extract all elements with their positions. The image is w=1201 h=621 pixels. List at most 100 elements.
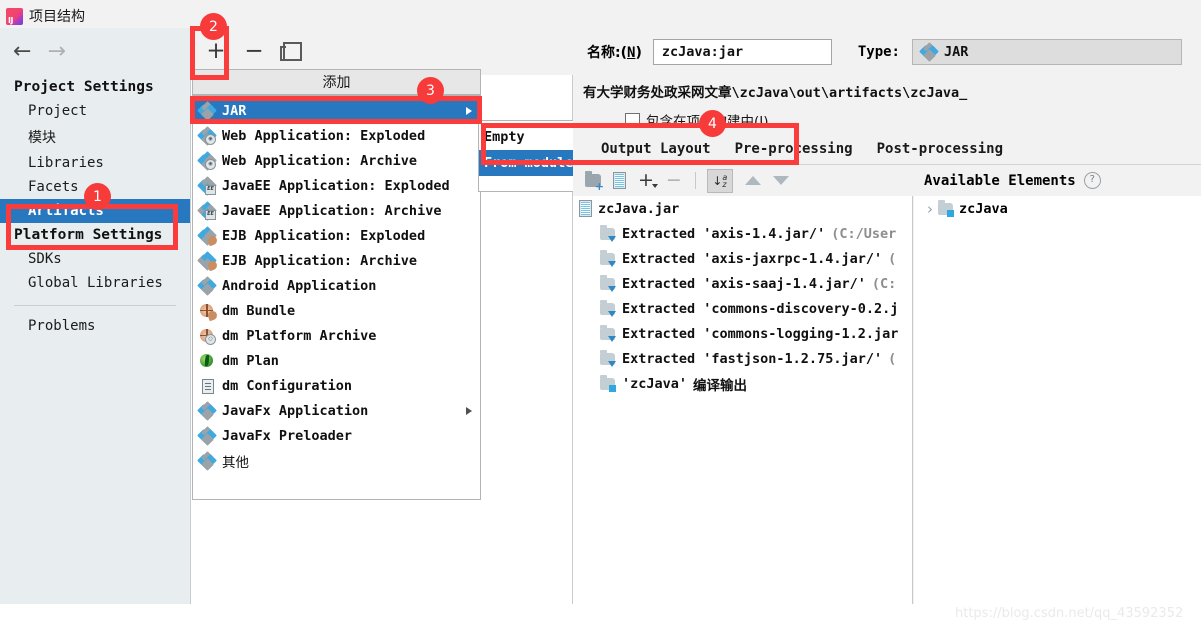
tree-row[interactable]: 'zcJava' 编译输出: [573, 371, 912, 396]
include-in-build-row: 包含在项目构建中(I): [573, 108, 1201, 132]
dm-platform-archive-icon: ○: [199, 328, 216, 345]
jar-diamond-icon: [197, 100, 217, 121]
tab-output-layout[interactable]: Output Layout: [589, 141, 723, 164]
tree-row[interactable]: Extracted 'commons-logging-1.2.jar: [573, 321, 912, 346]
include-in-build-checkbox[interactable]: [625, 112, 640, 128]
tree-row-label: Extracted 'commons-logging-1.2.jar: [622, 325, 899, 342]
available-elements-title: Available Elements: [924, 172, 1076, 189]
add-archive-button[interactable]: [613, 172, 626, 189]
artifact-name-row: 名称:(N) zcJava:jar Type: JAR: [573, 28, 1201, 75]
artifacts-toolbar: + −: [191, 28, 573, 75]
menu-item-ejb-application-archive[interactable]: EJB Application: Archive: [193, 248, 480, 273]
jar-archive-icon: [613, 172, 626, 189]
folder-add-icon: [585, 171, 604, 191]
artifact-type-field: JAR: [912, 38, 1182, 65]
remove-element-button[interactable]: −: [666, 171, 682, 190]
add-artifact-button[interactable]: +: [203, 39, 229, 65]
tree-row-label: Extracted 'axis-jaxrpc-1.4.jar/': [622, 250, 883, 267]
sidebar-item-problems[interactable]: Problems: [0, 314, 190, 338]
name-field-label: 名称:(N): [587, 44, 642, 61]
sidebar-header-project-settings: Project Settings: [14, 79, 154, 95]
available-row[interactable]: › zcJava: [914, 196, 1201, 221]
arrow-right-icon[interactable]: →: [47, 40, 65, 63]
menu-item-jar[interactable]: JAR: [193, 98, 480, 123]
move-up-button[interactable]: [744, 176, 761, 185]
menu-item-label: 其他: [222, 454, 249, 471]
extracted-directory-icon: [600, 224, 616, 242]
other-icon: [197, 450, 217, 471]
menu-item-dm-bundle[interactable]: dm Bundle: [193, 298, 480, 323]
include-in-build-label: 包含在项目构建中(I): [646, 114, 769, 130]
menu-item-android-application[interactable]: Android Application: [193, 273, 480, 298]
arrow-left-icon[interactable]: ←: [13, 40, 31, 63]
extracted-directory-icon: [600, 274, 616, 292]
copy-artifact-button[interactable]: [279, 39, 305, 65]
top-fragment: …: [800, 0, 812, 3]
menu-item-dm-plan[interactable]: dm Plan: [193, 348, 480, 373]
tree-row[interactable]: zcJava.jar: [573, 196, 912, 221]
sidebar-header-platform-settings: Platform Settings: [14, 227, 163, 243]
tree-row-detail: (C:/User: [831, 225, 897, 242]
menu-item-label: JAR: [222, 102, 247, 119]
menu-item-javaee-application-exploded[interactable]: EE JavaEE Application: Exploded: [193, 173, 480, 198]
jar-archive-icon: [579, 200, 592, 217]
menu-item-label: JavaFx Application: [222, 402, 369, 419]
sidebar-item-global-libraries[interactable]: Global Libraries: [0, 271, 190, 295]
tree-row-label: Extracted 'axis-1.4.jar/': [622, 225, 826, 242]
javaee-exploded-icon: EE: [197, 175, 217, 196]
menu-item-web-application-archive[interactable]: ◉ Web Application: Archive: [193, 148, 480, 173]
menu-item-ejb-application-exploded[interactable]: EJB Application: Exploded: [193, 223, 480, 248]
sidebar-item-project[interactable]: Project: [0, 99, 190, 123]
artifact-name-input[interactable]: zcJava:jar: [652, 38, 832, 65]
chevron-right-icon[interactable]: ›: [922, 200, 938, 218]
add-directory-button[interactable]: [585, 171, 604, 191]
tree-row[interactable]: Extracted 'axis-jaxrpc-1.4.jar/' (: [573, 246, 912, 271]
menu-item-dm-platform-archive[interactable]: ○ dm Platform Archive: [193, 323, 480, 348]
tree-row-label: 'zcJava': [622, 375, 688, 392]
jar-diamond-icon: [919, 41, 939, 62]
available-row-label: zcJava: [959, 200, 1008, 217]
tree-row-label: zcJava.jar: [598, 200, 680, 217]
artifact-type-value: JAR: [944, 43, 969, 60]
sidebar-item-libraries[interactable]: Libraries: [0, 151, 190, 175]
top-fragment: …: [60, 0, 72, 3]
add-artifact-menu: JAR ◉ Web Application: Exploded ◉ Web Ap…: [192, 95, 481, 500]
tree-row[interactable]: Extracted 'axis-saaj-1.4.jar/' (C:: [573, 271, 912, 296]
menu-item-other[interactable]: 其他: [193, 448, 480, 473]
tree-row[interactable]: Extracted 'fastjson-1.2.75.jar/' (: [573, 346, 912, 371]
sidebar-item-artifacts[interactable]: Artifacts: [0, 199, 190, 223]
remove-artifact-button[interactable]: −: [241, 39, 267, 65]
add-element-button[interactable]: +: [638, 171, 658, 190]
tree-row[interactable]: Extracted 'commons-discovery-0.2.j: [573, 296, 912, 321]
output-directory-path: 有大学财务处政采网文章\zcJava\out\artifacts\zcJava_: [583, 85, 968, 101]
tab-pre-processing[interactable]: Pre-processing: [723, 141, 865, 164]
tab-post-processing[interactable]: Post-processing: [865, 141, 1015, 164]
module-output-icon: [600, 374, 616, 392]
top-fragment: …: [420, 0, 432, 3]
menu-item-label: JavaEE Application: Archive: [222, 202, 442, 219]
artifact-detail-panel: 名称:(N) zcJava:jar Type: JAR 有大学财务处政采网文章\…: [573, 28, 1201, 604]
sort-button[interactable]: ↓ a z: [706, 168, 733, 193]
sidebar-item-sdks[interactable]: SDKs: [0, 247, 190, 271]
sidebar-item-modules[interactable]: 模块: [0, 123, 190, 151]
javafx-preloader-icon: [197, 425, 217, 446]
plus-icon: +: [206, 38, 226, 64]
help-circle-icon[interactable]: ?: [1083, 172, 1101, 189]
artifact-tabs: Output Layout Pre-processing Post-proces…: [573, 134, 1201, 165]
watermark: https://blog.csdn.net/qq_43592352: [955, 606, 1184, 621]
move-down-button[interactable]: [772, 176, 789, 185]
sort-az-icon: ↓ a z: [706, 168, 733, 193]
tree-row[interactable]: Extracted 'axis-1.4.jar/' (C:/User: [573, 221, 912, 246]
arrow-up-icon: [744, 176, 761, 185]
sidebar-item-facets[interactable]: Facets: [0, 175, 190, 199]
tree-row-detail: (: [888, 250, 897, 267]
menu-item-javafx-preloader[interactable]: JavaFx Preloader: [193, 423, 480, 448]
top-fragment: …: [200, 0, 212, 3]
menu-item-web-application-exploded[interactable]: ◉ Web Application: Exploded: [193, 123, 480, 148]
menu-item-label: EJB Application: Exploded: [222, 227, 426, 244]
menu-item-dm-configuration[interactable]: dm Configuration: [193, 373, 480, 398]
menu-item-javaee-application-archive[interactable]: EE JavaEE Application: Archive: [193, 198, 480, 223]
module-output-icon: [938, 199, 954, 217]
menu-item-javafx-application[interactable]: JavaFx Application: [193, 398, 480, 423]
menu-item-label: EJB Application: Archive: [222, 252, 418, 269]
